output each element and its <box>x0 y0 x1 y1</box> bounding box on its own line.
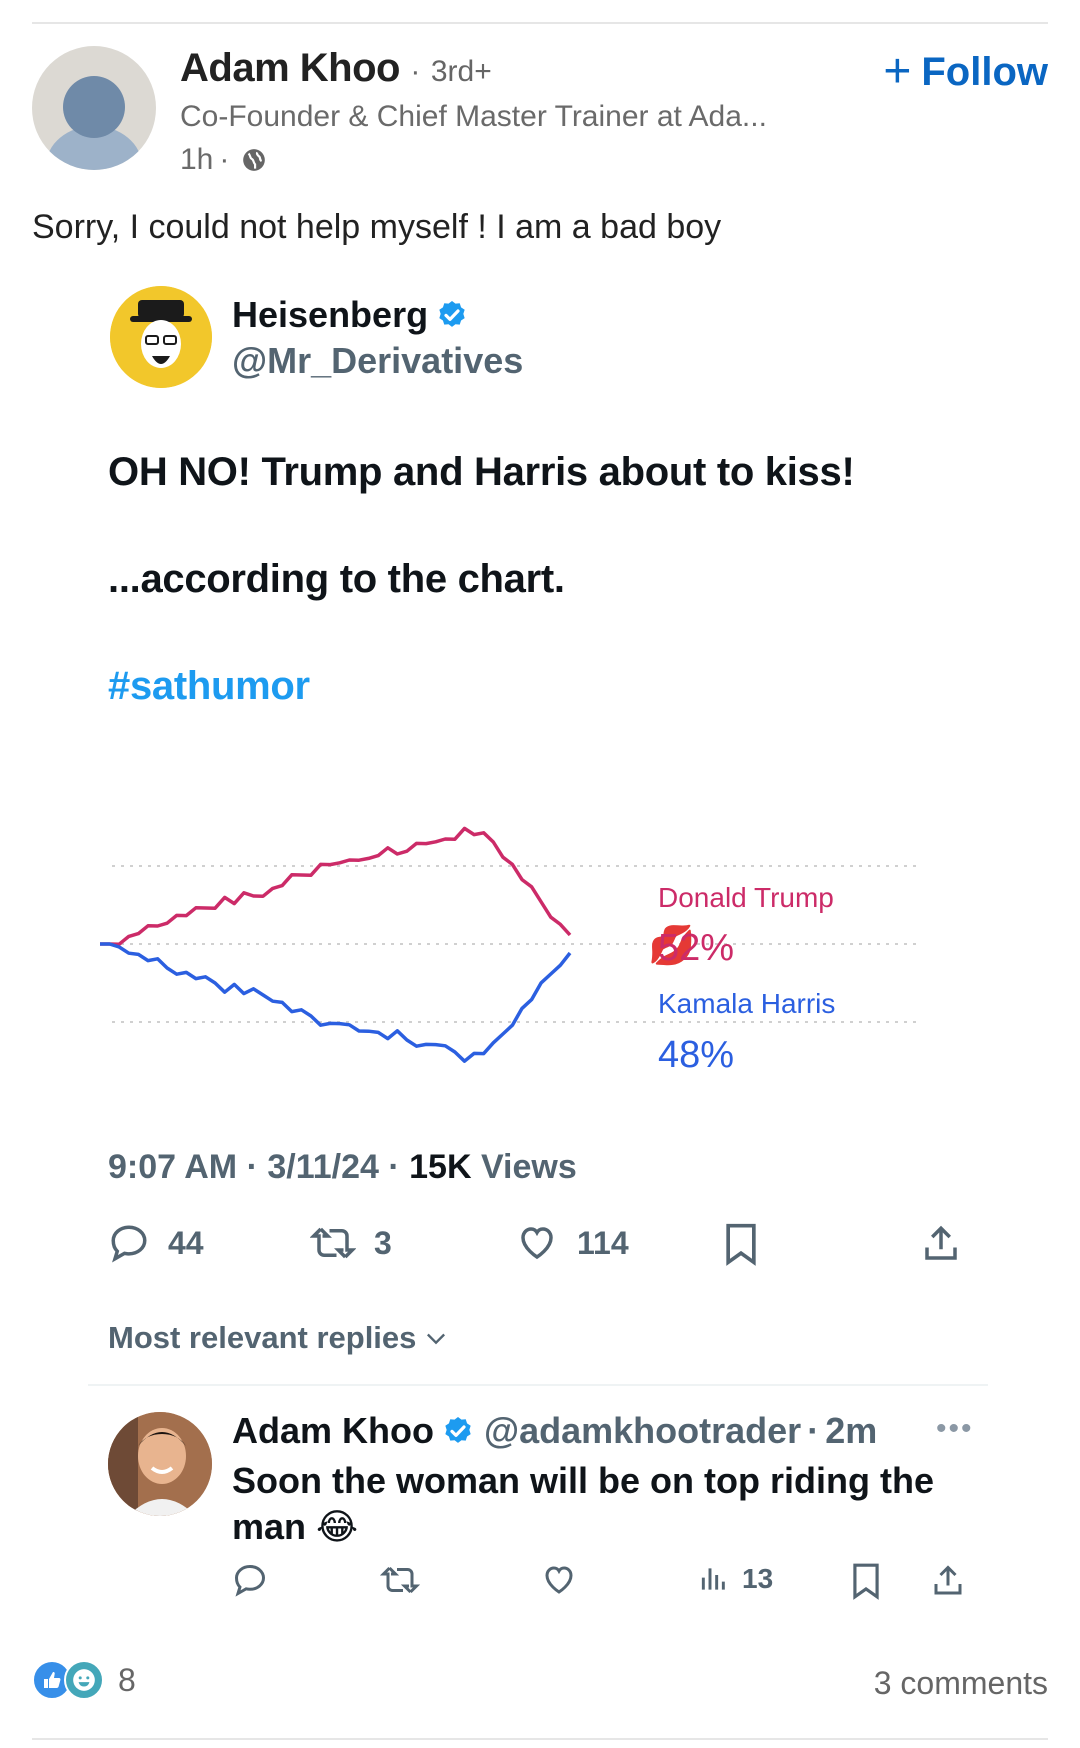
reply-divider <box>88 1384 988 1386</box>
reply-author-avatar[interactable] <box>108 1412 212 1516</box>
plus-icon: + <box>883 45 912 98</box>
trump-label: Donald Trump <box>658 882 834 913</box>
reply-header: Adam Khoo @adamkhootrader · 2m <box>232 1410 878 1452</box>
reply-time: 2m <box>825 1410 878 1451</box>
reaction-count: 8 <box>118 1661 136 1698</box>
trump-percent: 52% <box>658 927 734 969</box>
retweet-button[interactable]: 3 <box>310 1222 392 1264</box>
bookmark-button[interactable] <box>722 1222 760 1266</box>
reply-like-button[interactable] <box>540 1562 578 1598</box>
bottom-divider <box>32 1738 1048 1740</box>
harris-series-line <box>100 942 572 1063</box>
author-name[interactable]: Adam Khoo <box>180 46 400 90</box>
verified-badge-icon <box>445 1417 471 1443</box>
comments-count-link[interactable]: 3 comments <box>874 1665 1048 1702</box>
reply-retweet-button[interactable] <box>380 1562 420 1598</box>
reply-author-name[interactable]: Adam Khoo <box>232 1410 434 1452</box>
reactions-summary[interactable]: 8 <box>32 1660 136 1700</box>
connection-degree: 3rd+ <box>430 55 492 88</box>
author-avatar[interactable] <box>32 46 156 170</box>
analytics-icon <box>701 1568 725 1590</box>
laughing-emoji-icon: 😂 <box>316 1506 359 1547</box>
reply-author-handle[interactable]: @adamkhootrader <box>484 1410 801 1452</box>
tweet-author-handle[interactable]: @Mr_Derivatives <box>232 340 523 382</box>
top-divider <box>32 22 1048 24</box>
heart-icon <box>521 1227 553 1260</box>
reply-button[interactable]: 44 <box>108 1222 204 1264</box>
verified-badge-icon <box>439 301 465 327</box>
bookmark-icon <box>726 1223 756 1266</box>
comment-icon <box>234 1564 266 1597</box>
like-button[interactable]: 114 <box>515 1222 629 1264</box>
harris-label: Kamala Harris <box>658 988 835 1019</box>
reply-bookmark-button[interactable] <box>850 1562 882 1600</box>
tweet-text-line2: ...according to the chart. <box>108 557 565 601</box>
share-button[interactable] <box>920 1222 962 1266</box>
reply-comment-button[interactable] <box>232 1562 268 1598</box>
trump-series-line <box>100 826 572 946</box>
tweet-hashtag[interactable]: #sathumor <box>108 664 310 709</box>
globe-icon <box>243 149 266 171</box>
post-time: 1h <box>180 143 214 176</box>
reply-views-button[interactable]: 13 <box>698 1562 773 1596</box>
retweet-icon <box>310 1227 356 1259</box>
tweet-text-line1: OH NO! Trump and Harris about to kiss! <box>108 450 855 494</box>
tweet-author-avatar <box>110 286 212 388</box>
post-meta: 1h · <box>180 143 267 177</box>
share-icon <box>925 1225 957 1260</box>
tweet-author-name[interactable]: Heisenberg <box>232 294 468 336</box>
funny-reaction-icon <box>64 1660 104 1700</box>
poll-chart: 💋 Donald Trump 52% Kamala Harris 48% <box>100 826 920 1076</box>
comment-icon <box>111 1225 147 1263</box>
heart-icon <box>545 1566 573 1594</box>
reply-text: Soon the woman will be on top riding the… <box>232 1460 934 1547</box>
post-text: Sorry, I could not help myself ! I am a … <box>32 208 722 246</box>
author-headline: Co-Founder & Chief Master Trainer at Ada… <box>180 100 767 133</box>
reply-share-button[interactable] <box>930 1562 966 1600</box>
follow-button[interactable]: + Follow <box>883 48 1048 96</box>
bookmark-icon <box>853 1563 879 1600</box>
more-options-icon[interactable]: ••• <box>936 1412 974 1446</box>
retweet-icon <box>380 1566 420 1594</box>
share-icon <box>934 1565 962 1595</box>
chevron-down-icon <box>427 1333 446 1345</box>
most-relevant-replies-dropdown[interactable]: Most relevant replies <box>108 1320 450 1356</box>
author-name-row: Adam Khoo · 3rd+ <box>180 46 492 90</box>
tweet-timestamp: 9:07 AM · 3/11/24 · 15K Views <box>108 1148 577 1186</box>
harris-percent: 48% <box>658 1034 734 1076</box>
